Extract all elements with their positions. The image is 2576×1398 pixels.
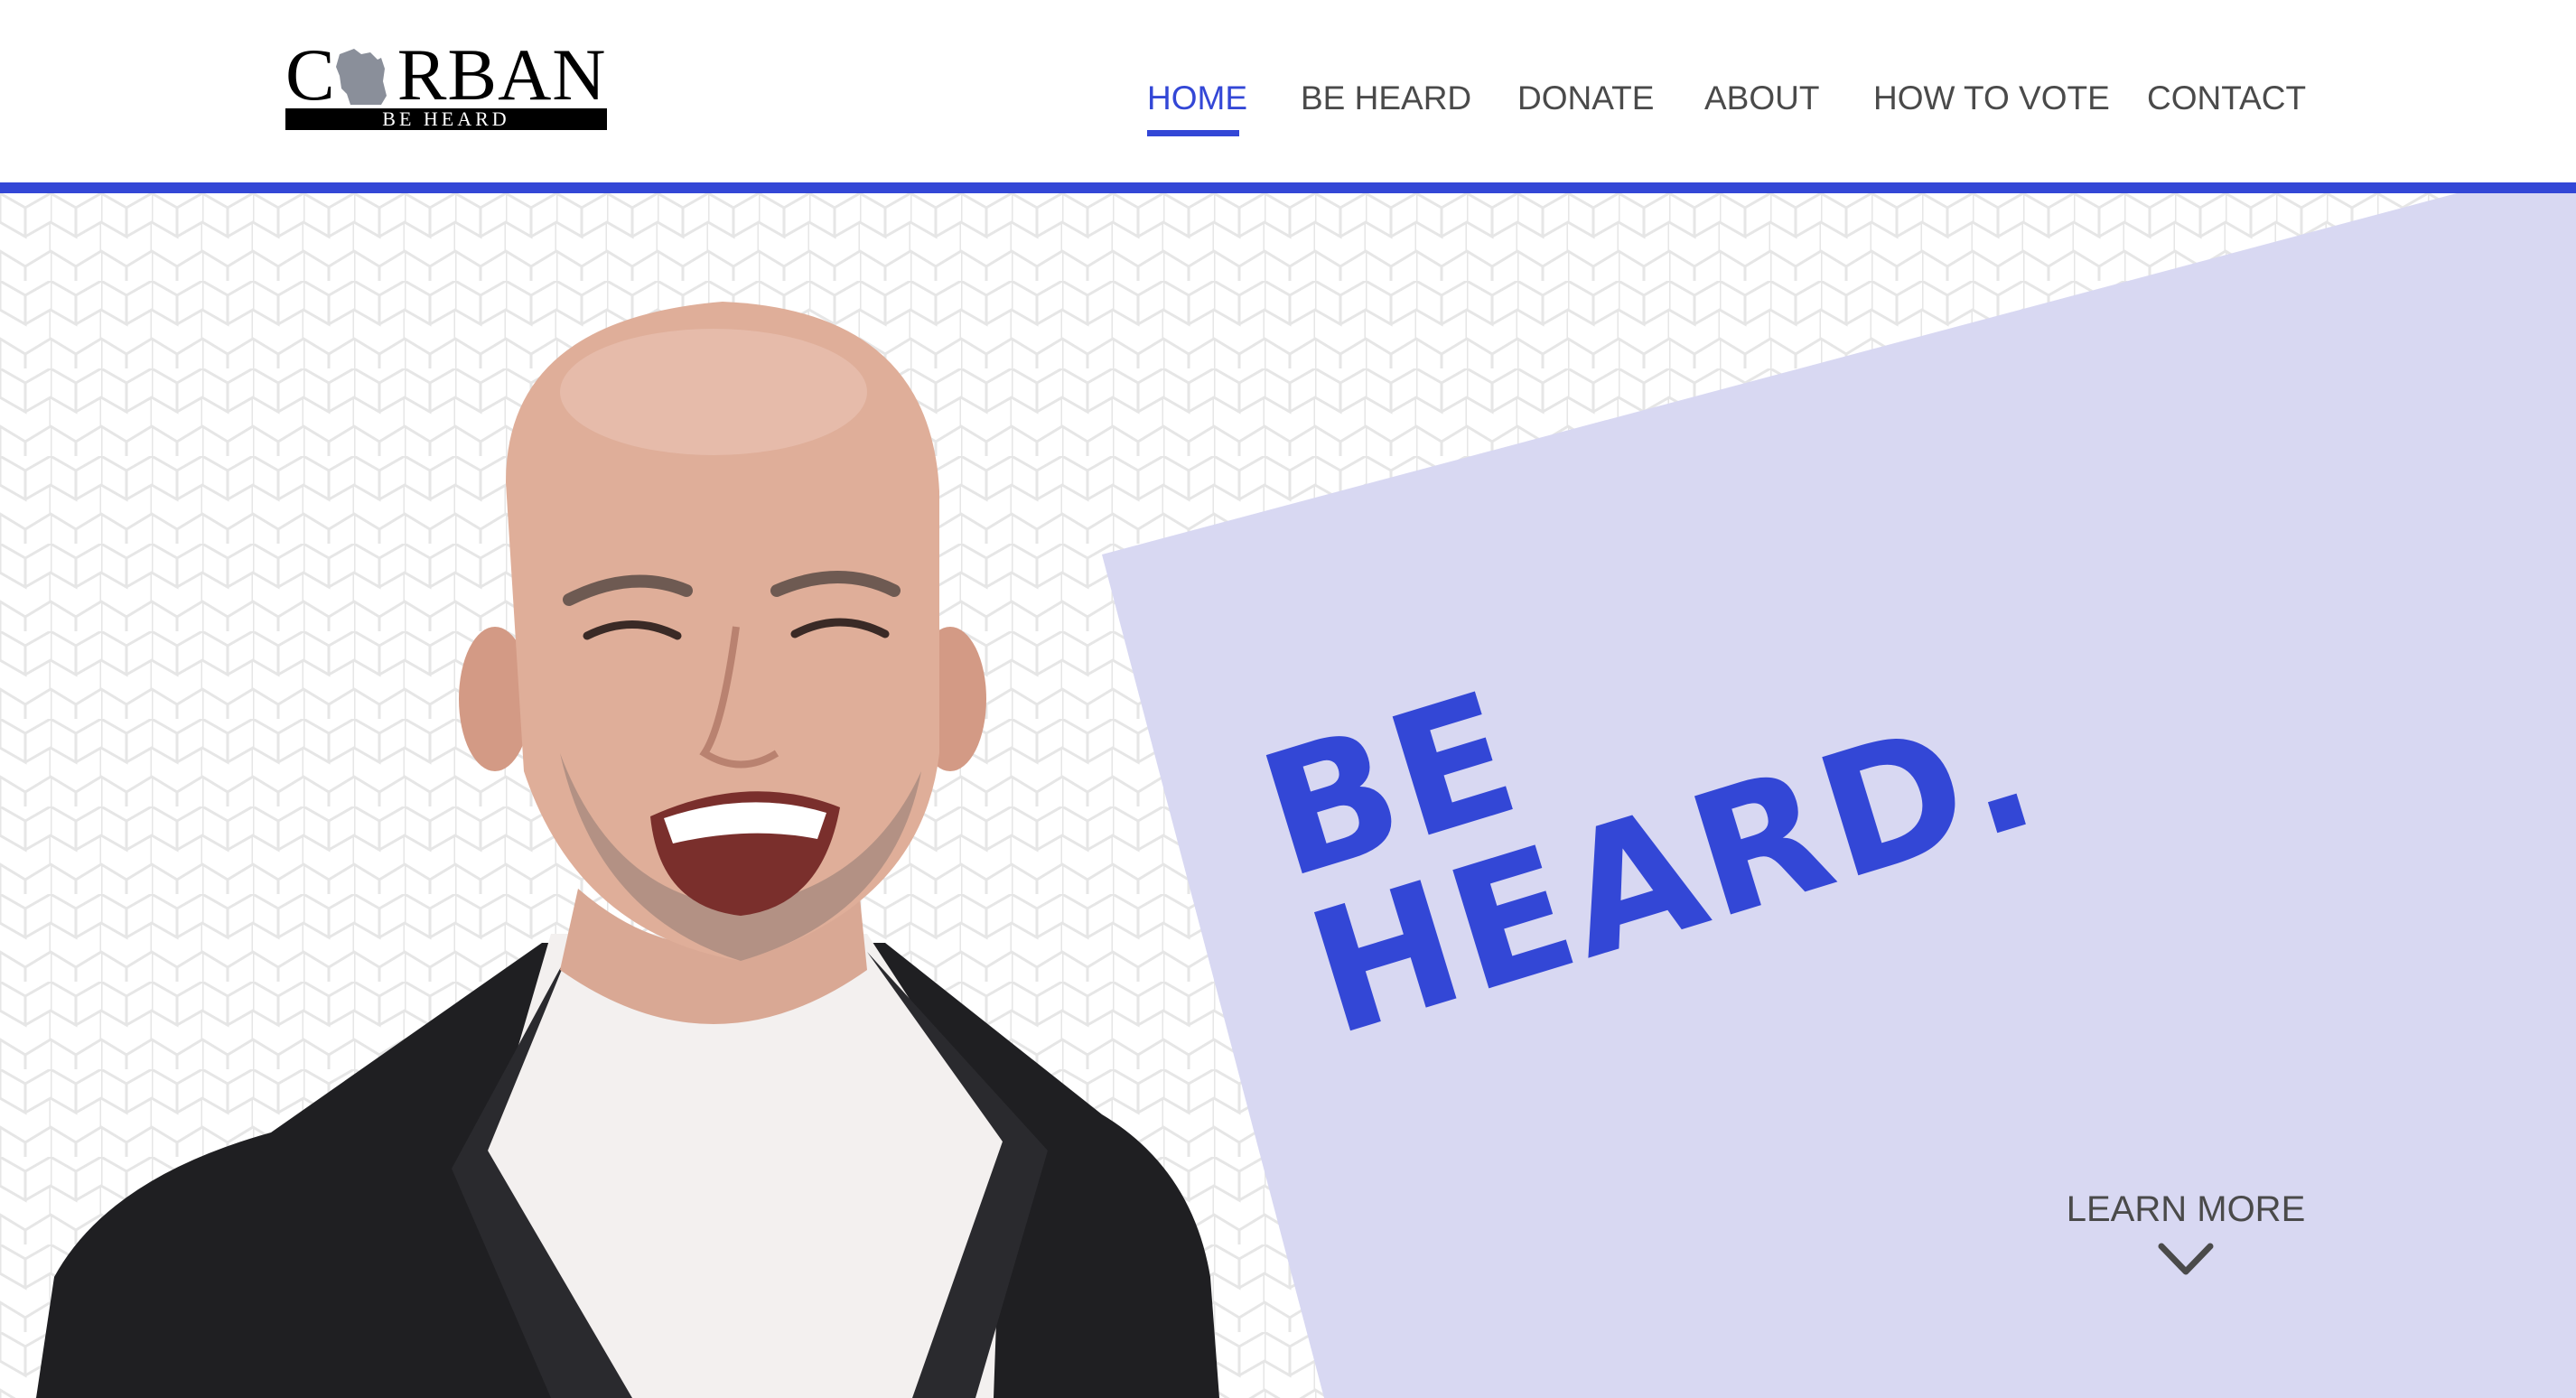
hero-section: BE HEARD. LEARN MORE	[0, 193, 2576, 1398]
header-accent-rule	[0, 182, 2576, 193]
nav-active-indicator	[1147, 130, 1239, 136]
nav-item-how-to-vote[interactable]: HOW TO VOTE	[1873, 76, 2110, 121]
chevron-down-icon	[2158, 1243, 2214, 1275]
nav-item-contact[interactable]: CONTACT	[2147, 76, 2306, 121]
nav-item-about[interactable]: ABOUT	[1704, 76, 1819, 121]
candidate-portrait	[36, 302, 1219, 1398]
learn-more-label: LEARN MORE	[2066, 1189, 2306, 1229]
main-nav: HOME BE HEARD DONATE ABOUT HOW TO VOTE C…	[0, 76, 2576, 136]
nav-item-home[interactable]: HOME	[1147, 76, 1247, 121]
site-header: C RBAN BE HEARD HOME BE HEARD DONATE ABOU…	[0, 0, 2576, 182]
nav-item-donate[interactable]: DONATE	[1517, 76, 1654, 121]
learn-more-button[interactable]: LEARN MORE	[2041, 1187, 2330, 1277]
nav-item-be-heard[interactable]: BE HEARD	[1301, 76, 1471, 121]
